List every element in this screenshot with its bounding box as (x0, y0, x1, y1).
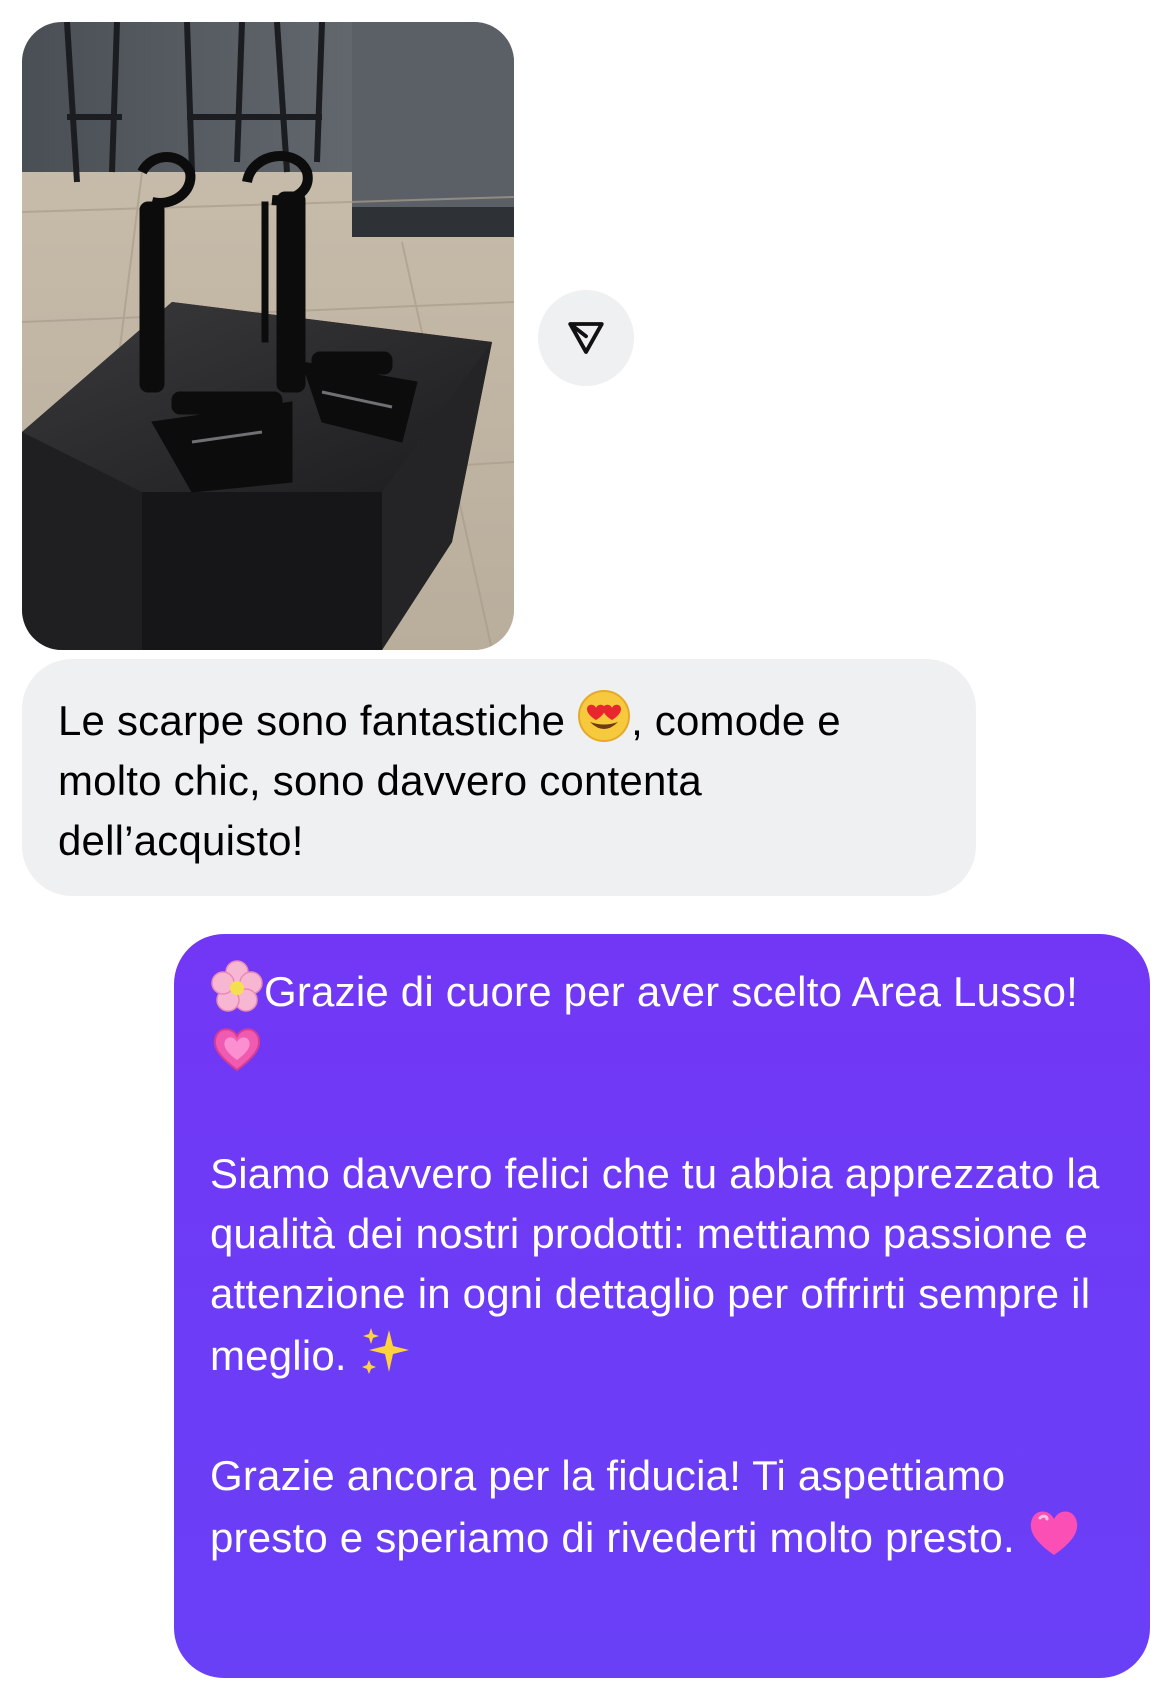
heart-eyes-emoji-icon (577, 689, 631, 743)
share-send-icon (568, 322, 604, 354)
message-photo[interactable] (22, 22, 514, 650)
sparkles-emoji-icon (359, 1324, 413, 1378)
paragraph-2-text: Siamo davvero felici che tu abbia apprez… (210, 1150, 1100, 1379)
paragraph-3: Grazie ancora per la fiducia! Ti aspetti… (210, 1446, 1120, 1568)
cherry-blossom-emoji-icon (210, 960, 264, 1014)
message-text: Le scarpe sono fantastiche (58, 697, 578, 744)
paragraph-1-text: Grazie di cuore per aver scelto Area Lus… (264, 968, 1079, 1015)
incoming-message-bubble[interactable]: Le scarpe sono fantastiche , comode e mo… (22, 659, 976, 896)
growing-heart-emoji-icon (210, 1022, 264, 1076)
outgoing-message-bubble[interactable]: Grazie di cuore per aver scelto Area Lus… (174, 934, 1150, 1678)
paragraph-3-text: Grazie ancora per la fiducia! Ti aspetti… (210, 1452, 1027, 1561)
sandals-photo-icon (22, 22, 514, 650)
pink-heart-emoji-icon (1027, 1506, 1081, 1560)
share-button[interactable] (538, 290, 634, 386)
paragraph-2: Siamo davvero felici che tu abbia apprez… (210, 1144, 1120, 1386)
paragraph-1: Grazie di cuore per aver scelto Area Lus… (210, 960, 1120, 1084)
